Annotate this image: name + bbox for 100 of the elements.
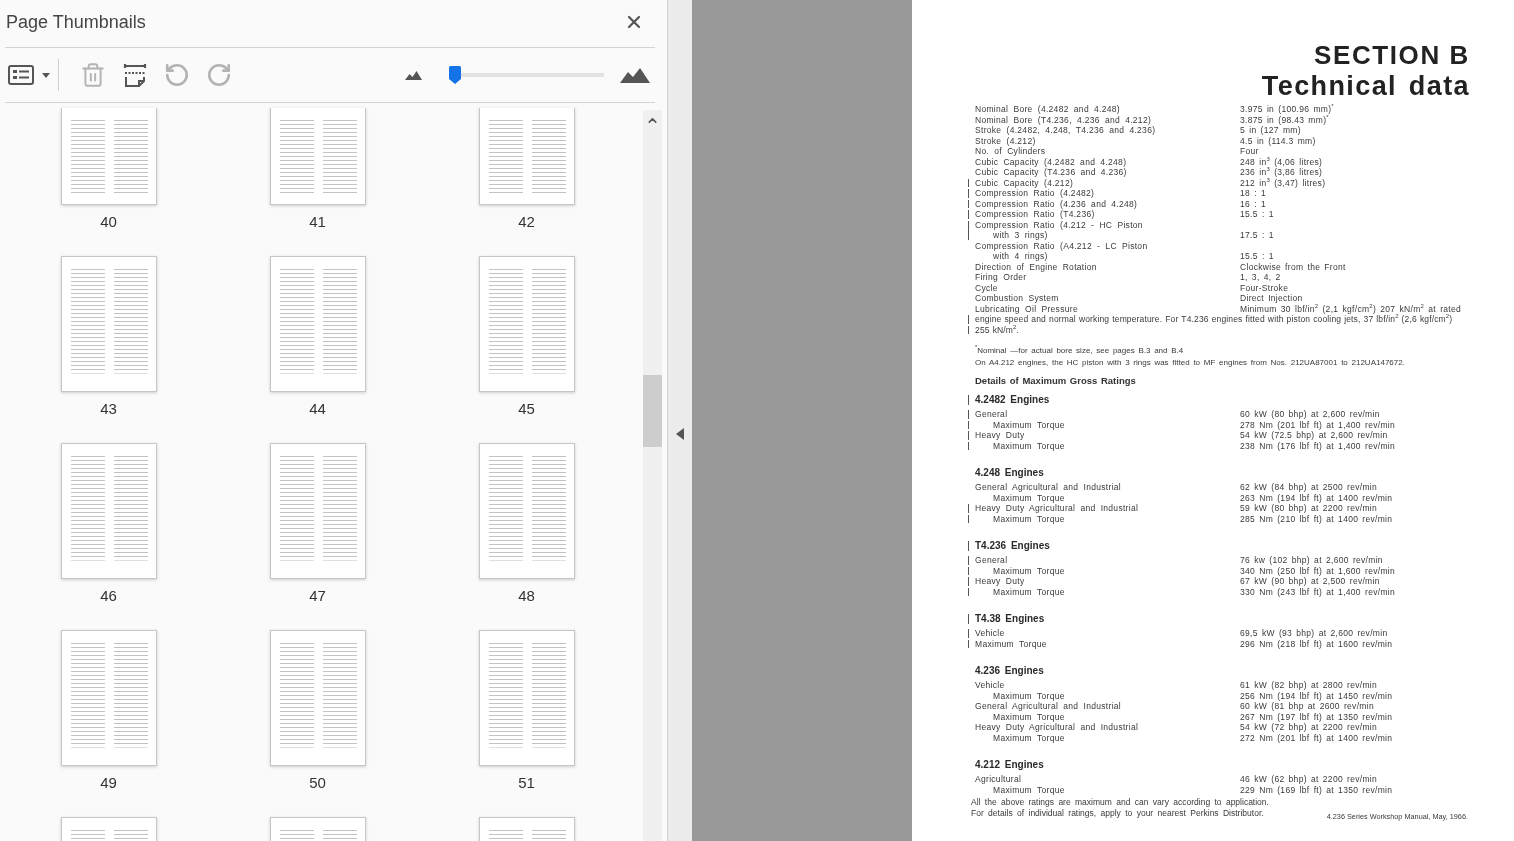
rating-label: Maximum Torque [993,565,1065,576]
spec-label: Compression Ratio (4.212 - HC Piston [975,219,1143,230]
footnote: $^{*}$Nominal —for actual bore size, see pages B.3 and B.4 [975,345,1184,357]
rating-label: General [975,409,1008,420]
rating-label: Maximum Torque [993,419,1065,430]
engine-heading: T4.38 Engines [975,613,1045,625]
page-thumbnail[interactable] [60,817,157,841]
page-number: 51 [518,774,535,792]
page-number: 43 [100,400,117,418]
spec-value: Clockwise from the Front [1240,261,1346,272]
engine-heading: 4.212 Engines [975,759,1044,771]
page-thumbnail[interactable] [269,630,366,766]
page-thumbnail[interactable] [478,443,575,579]
spec-label: Compression Ratio (A4.212 - LC Piston [975,240,1148,251]
rating-value: 61 kW (82 bhp) at 2800 rev/min [1240,680,1378,691]
rating-label: Maximum Torque [993,784,1065,795]
spec-label: Nominal Bore (T4.236, 4.236 and 4.212) [975,114,1152,125]
rating-value: 76 kw (102 bhp) at 2,600 rev/min [1240,555,1383,566]
page-number: 49 [100,774,117,792]
page-thumbnail[interactable] [60,630,157,766]
page-number: 42 [518,213,535,231]
section-label: SECTION B [1314,40,1470,70]
page-number: 47 [309,587,326,605]
rating-value: 278 Nm (201 lbf ft) at 1,400 rev/min [1240,419,1395,430]
page-thumbnail[interactable] [478,630,575,766]
spec-label: Nominal Bore (4.2482 and 4.248) [975,104,1120,115]
spec-value: 15.5 : 1 [1240,209,1274,220]
triangle-left-icon[interactable] [676,428,684,440]
page-thumbnail[interactable] [478,256,575,392]
scrollbar[interactable] [643,110,662,841]
spec-label: Cycle [975,282,998,293]
page-thumbnail[interactable] [269,817,366,841]
page-number: 50 [309,774,326,792]
engine-heading: 4.236 Engines [975,665,1044,677]
caret-icon [42,72,50,78]
rating-value: 54 kW (72 bhp) at 2200 rev/min [1240,722,1378,733]
rating-label: Heavy Duty Agricultural and Industrial [975,503,1139,514]
rating-value: 60 kW (80 bhp) at 2,600 rev/min [1240,409,1380,420]
list-icon [8,65,34,85]
rating-value: 46 kW (62 bhp) at 2200 rev/min [1240,774,1378,785]
rating-value: 272 Nm (201 lbf ft) at 1400 rev/min [1240,732,1393,743]
spec-label: Combustion System [975,293,1059,304]
rating-label: Maximum Torque [993,690,1065,701]
spec-label: Lubricating Oil Pressure [975,303,1078,314]
spec-label: Firing Order [975,272,1027,283]
spec-label: No. of Cylinders [975,146,1046,157]
spec-label: Compression Ratio (4.236 and 4.248) [975,198,1138,209]
rotate-left-icon [164,62,190,88]
spec-value: 17.5 : 1 [1240,230,1274,241]
page-thumbnail[interactable] [478,817,575,841]
large-mountain-icon[interactable] [620,67,650,83]
rating-label: Maximum Torque [993,440,1065,451]
page-thumbnail[interactable] [478,108,575,205]
spec-value: 3.975 in (100.96 mm)$^{*}$ [1240,104,1334,114]
rating-label: Heavy Duty Agricultural and Industrial [975,722,1139,733]
spec-label: Direction of Engine Rotation [975,261,1097,272]
rating-label: Vehicle [975,680,1005,691]
rating-value: 69,5 kW (93 bhp) at 2,600 rev/min [1240,628,1388,639]
rating-value: 267 Nm (197 lbf ft) at 1350 rev/min [1240,711,1393,722]
scrollbar-thumb[interactable] [643,375,662,447]
page-number: 40 [100,213,117,231]
spec-value: 1, 3, 4, 2 [1240,272,1281,283]
spec-value: 3.875 in (98.43 mm)$^{*}$ [1240,114,1329,125]
spec-label: Cubic Capacity (4.212) [975,177,1074,188]
engine-heading: 4.2482 Engines [975,394,1050,406]
rating-label: General Agricultural and Industrial [975,482,1122,493]
page-thumbnail[interactable] [269,108,366,205]
rating-value: 238 Nm (176 lbf ft) at 1,400 rev/min [1240,440,1395,451]
closing-text: All the above ratings are maximum and can vary according to application. [971,797,1269,808]
page-number: 41 [309,213,326,231]
rating-label: Maximum Torque [993,732,1065,743]
small-mountain-icon[interactable] [405,70,422,80]
page-thumbnail[interactable] [60,443,157,579]
rating-label: Maximum Torque [993,586,1065,597]
spec-text: 255 kN/m$^{2}$. [975,324,1020,335]
spec-value: 236 in$^{3}$ (3,86 litres) [1240,167,1323,178]
spec-label: Compression Ratio (T4.236) [975,209,1095,220]
rating-value: 54 kW (72.5 bhp) at 2,600 rev/min [1240,430,1388,441]
rating-label: General Agricultural and Industrial [975,701,1122,712]
spec-value: 18 : 1 [1240,188,1267,199]
spec-label: Cubic Capacity (4.2482 and 4.248) [975,156,1127,167]
spec-value: 248 in$^{3}$ (4,06 litres) [1240,156,1323,167]
page-number: 48 [518,587,535,605]
page-icon [123,63,147,87]
rating-value: 59 kW (80 bhp) at 2200 rev/min [1240,503,1378,514]
footnote: On A4.212 engines, the HC piston with 3 rings was fitted to MF engines from Nos. 212UA87001 to 212UA147672. [975,357,1405,369]
rating-label: Heavy Duty [975,430,1025,441]
slider-thumb[interactable] [449,66,462,84]
spec-label: with 3 rings) [992,230,1048,241]
rating-label: Maximum Torque [993,711,1065,722]
rating-value: 62 kW (84 bhp) at 2500 rev/min [1240,482,1378,493]
page-thumbnail[interactable] [60,108,157,205]
spec-value: Four [1240,146,1259,157]
page-thumbnail[interactable] [269,256,366,392]
spec-text: engine speed and normal working temperature. For T4.236 engines fitted with piston cooling jets, 37 lbf/in$^{2}$ (2,6 kgf/cm$^{2}$) [975,314,1453,325]
rating-label: General [975,555,1008,566]
page-thumbnail[interactable] [60,256,157,392]
page-thumbnail[interactable] [269,443,366,579]
rating-value: 67 kW (90 bhp) at 2,500 rev/min [1240,576,1380,587]
engine-heading: 4.248 Engines [975,467,1044,479]
